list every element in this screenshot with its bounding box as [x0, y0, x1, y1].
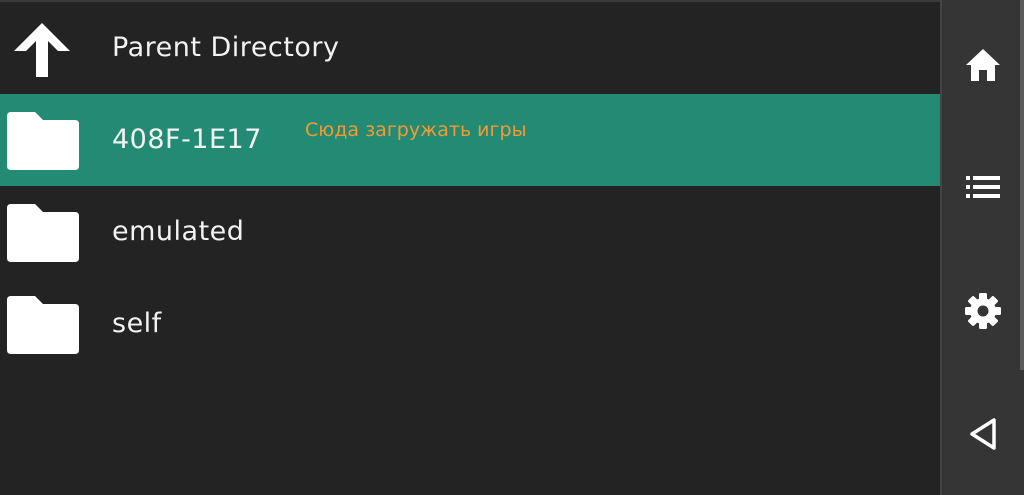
list-item-label: Parent Directory — [112, 32, 340, 63]
file-browser-screen: Parent Directory 408F-1E17 Сюда загружат… — [0, 0, 1024, 495]
side-navigation-bar — [940, 0, 1024, 495]
list-item-label: emulated — [112, 216, 245, 247]
list-item-label: 408F-1E17 — [112, 124, 262, 155]
list-item-label: self — [112, 308, 162, 339]
file-list: Parent Directory 408F-1E17 Сюда загружат… — [0, 2, 940, 495]
menu-button[interactable] — [942, 157, 1024, 217]
annotation-note: Сюда загружать игры — [305, 119, 527, 141]
back-triangle-icon — [970, 418, 996, 450]
list-icon — [966, 176, 1000, 198]
list-item-emulated[interactable]: emulated — [0, 186, 940, 278]
settings-button[interactable] — [942, 281, 1024, 341]
gear-icon — [965, 293, 1001, 329]
edge-strip — [1020, 0, 1024, 370]
folder-icon — [7, 296, 79, 354]
folder-icon — [7, 204, 79, 262]
list-item-self[interactable]: self — [0, 278, 940, 370]
folder-icon — [7, 112, 79, 170]
home-button[interactable] — [942, 35, 1024, 95]
back-button[interactable] — [942, 404, 1024, 464]
arrow-up-icon — [14, 23, 70, 77]
list-item-parent-directory[interactable]: Parent Directory — [0, 2, 940, 94]
home-icon — [966, 49, 1000, 81]
list-item-408f-1e17[interactable]: 408F-1E17 Сюда загружать игры — [0, 94, 940, 186]
